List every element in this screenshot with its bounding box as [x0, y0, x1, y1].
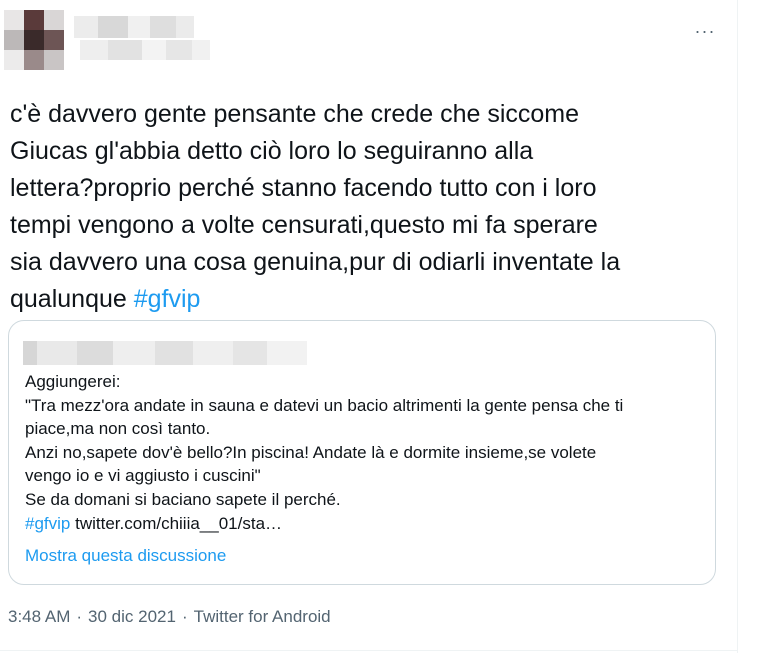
tweet-source[interactable]: Twitter for Android — [194, 607, 331, 626]
quoted-url-link[interactable]: twitter.com/chiiia__01/sta… — [75, 514, 282, 533]
tweet-header: ··· — [0, 0, 737, 80]
meta-separator: · — [76, 607, 83, 626]
hashtag-link[interactable]: #gfvip — [134, 285, 201, 313]
column-divider — [737, 0, 738, 653]
tweet-date[interactable]: 30 dic 2021 — [88, 607, 176, 626]
display-name-blurred[interactable] — [74, 16, 194, 38]
more-options-button[interactable]: ··· — [688, 14, 722, 48]
username-blurred[interactable] — [80, 40, 210, 60]
show-thread-link[interactable]: Mostra questa discussione — [25, 546, 226, 566]
tweet-body: c'è davvero gente pensante che crede che… — [10, 100, 621, 313]
quoted-hashtag-link[interactable]: #gfvip — [25, 514, 70, 533]
tweet-metadata: 3:48 AM · 30 dic 2021 · Twitter for Android — [8, 607, 331, 627]
tweet-text: c'è davvero gente pensante che crede che… — [10, 96, 730, 318]
quoted-tweet-text: Aggiungerei: "Tra mezz'ora andate in sau… — [25, 370, 705, 535]
meta-separator: · — [181, 607, 188, 626]
tweet-time[interactable]: 3:48 AM — [8, 607, 70, 626]
quoted-body: Aggiungerei: "Tra mezz'ora andate in sau… — [25, 372, 624, 509]
quoted-tweet-card[interactable]: Aggiungerei: "Tra mezz'ora andate in sau… — [8, 320, 716, 585]
avatar[interactable] — [4, 10, 64, 70]
bottom-divider — [0, 650, 737, 651]
ellipsis-horizontal-icon: ··· — [694, 20, 716, 41]
